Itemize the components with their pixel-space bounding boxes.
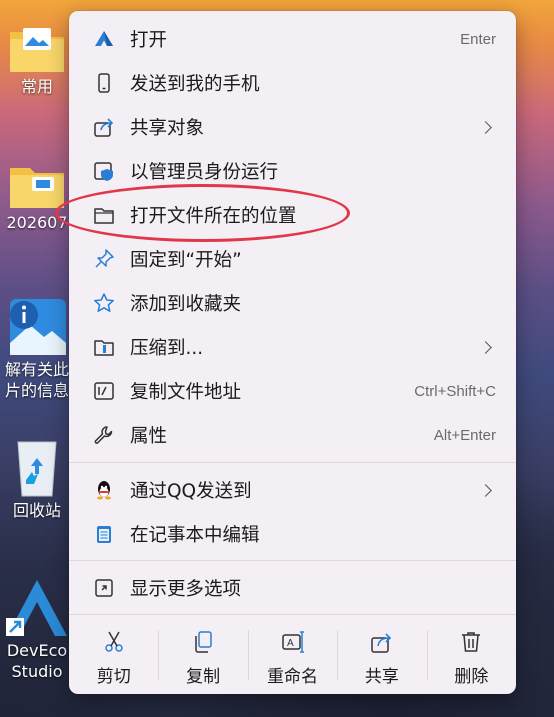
menu-separator <box>69 614 516 615</box>
desktop-icon-recycle-bin[interactable]: 回收站 <box>0 436 74 521</box>
context-menu: 打开 Enter 发送到我的手机 共享对象 以管理员身份运行 打开文件所在的位置… <box>69 11 516 694</box>
recycle-bin-icon <box>17 441 57 497</box>
notepad-icon <box>93 523 115 545</box>
more-options-icon <box>93 577 115 599</box>
share-icon <box>371 633 392 653</box>
quick-action-bar: 剪切 复制 A 重命名 共享 删除 <box>69 616 516 694</box>
cut-label: 剪切 <box>96 667 131 687</box>
star-icon <box>93 292 115 314</box>
menu-item-label: 属性 <box>130 426 168 447</box>
copy-button[interactable]: 复制 <box>158 616 247 694</box>
open-icon <box>93 28 115 50</box>
chevron-right-icon <box>479 483 492 497</box>
menu-item-label: 固定到“开始” <box>130 250 242 271</box>
desktop-icon-label: DevEco <box>6 641 68 660</box>
desktop-icon-label: Studio <box>11 662 63 681</box>
menu-item-label: 通过QQ发送到 <box>130 481 252 502</box>
menu-item-share-with[interactable]: 共享对象 <box>73 107 512 147</box>
menu-item-label: 发送到我的手机 <box>130 74 260 95</box>
desktop-icon-common[interactable]: 常用 <box>0 24 74 97</box>
shortcut-text: Alt+Enter <box>433 426 496 444</box>
chevron-right-icon <box>479 120 492 134</box>
shortcut-text: Ctrl+Shift+C <box>414 382 496 400</box>
highlight-oval <box>55 184 350 242</box>
chevron-right-icon <box>479 340 492 354</box>
menu-item-compress-to[interactable]: 压缩到... <box>73 327 512 367</box>
menu-separator <box>69 560 516 561</box>
image-folder-icon <box>10 28 64 72</box>
menu-item-label: 在记事本中编辑 <box>130 525 260 546</box>
menu-item-label: 复制文件地址 <box>130 382 242 403</box>
menu-item-edit-in-notepad[interactable]: 在记事本中编辑 <box>73 514 512 554</box>
menu-item-label: 显示更多选项 <box>130 579 242 600</box>
pin-icon <box>93 248 115 270</box>
folder-icon <box>10 168 64 208</box>
rename-label: 重命名 <box>267 667 319 687</box>
admin-shield-icon <box>93 160 115 182</box>
share-button[interactable]: 共享 <box>337 616 426 694</box>
rename-icon: A <box>281 631 304 653</box>
menu-item-run-as-admin[interactable]: 以管理员身份运行 <box>73 151 512 191</box>
trash-icon <box>462 632 481 652</box>
qq-icon <box>93 479 115 501</box>
delete-button[interactable]: 删除 <box>426 616 516 694</box>
phone-icon <box>93 72 115 94</box>
menu-item-send-to-phone[interactable]: 发送到我的手机 <box>73 63 512 103</box>
menu-item-properties[interactable]: 属性 Alt+Enter <box>73 415 512 455</box>
menu-item-label: 压缩到... <box>130 338 204 359</box>
menu-item-show-more-options[interactable]: 显示更多选项 <box>73 568 512 608</box>
shortcut-text: Enter <box>460 30 496 48</box>
delete-label: 删除 <box>454 667 489 687</box>
desktop-icon-label: 片的信息 <box>4 381 69 400</box>
share-label: 共享 <box>364 667 399 687</box>
menu-item-label: 共享对象 <box>130 118 205 139</box>
desktop-icon-label: 常用 <box>20 77 53 96</box>
menu-item-send-via-qq[interactable]: 通过QQ发送到 <box>73 470 512 510</box>
desktop-icon-deveco[interactable]: DevEco Studio <box>0 578 74 682</box>
wrench-icon <box>93 424 115 446</box>
deveco-studio-icon <box>6 580 67 636</box>
desktop-icon-label: 解有关此 <box>4 360 69 379</box>
menu-item-label: 以管理员身份运行 <box>130 162 279 183</box>
cut-icon <box>104 631 123 652</box>
info-photo-icon <box>10 299 66 355</box>
menu-item-open[interactable]: 打开 Enter <box>73 19 512 59</box>
copy-path-icon <box>93 380 115 402</box>
share-icon <box>93 116 115 138</box>
copy-icon <box>195 631 212 653</box>
menu-item-label: 打开 <box>130 30 168 51</box>
menu-item-pin-to-start[interactable]: 固定到“开始” <box>73 239 512 279</box>
zip-icon <box>93 336 115 358</box>
cut-button[interactable]: 剪切 <box>69 616 158 694</box>
menu-item-label: 添加到收藏夹 <box>130 294 242 315</box>
menu-item-copy-as-path[interactable]: 复制文件地址 Ctrl+Shift+C <box>73 371 512 411</box>
menu-separator <box>69 462 516 463</box>
desktop-icon-info[interactable]: 解有关此 片的信息 <box>0 295 74 401</box>
menu-item-add-to-favorites[interactable]: 添加到收藏夹 <box>73 283 512 323</box>
copy-label: 复制 <box>186 667 221 687</box>
desktop-icon-label: 回收站 <box>12 501 61 520</box>
svg-text:A: A <box>287 638 294 649</box>
rename-button[interactable]: A 重命名 <box>247 616 337 694</box>
